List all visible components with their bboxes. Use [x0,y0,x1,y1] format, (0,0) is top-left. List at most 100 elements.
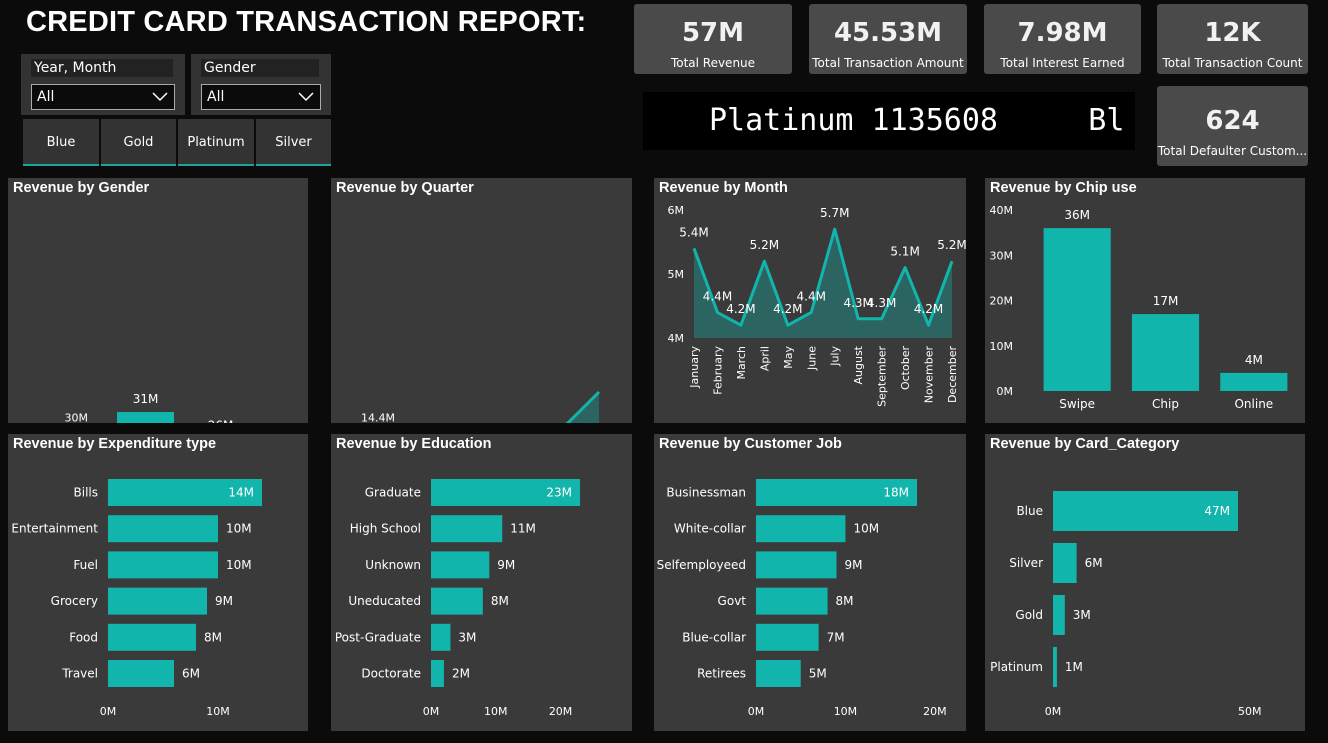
chart-revenue-by-education: Revenue by Education Graduate 23M High Sch… [331,434,632,731]
y-tick-label: 0M [997,385,1014,398]
tile-blue[interactable]: Blue [23,119,99,166]
y-category-label: Retirees [697,667,746,681]
x-tick-label: 50M [1238,705,1262,718]
y-tick-label: 20M [990,295,1014,308]
y-category-label: High School [350,522,421,536]
y-category-label: Food [69,630,98,644]
data-label: 10M [226,558,252,572]
y-category-label: Bills [74,486,99,500]
kpi-total-revenue: 57M Total Revenue [634,4,792,74]
y-category-label: Uneducated [348,594,421,608]
data-label: 18M [883,486,909,500]
data-label: 4.4M [797,289,826,303]
x-tick-label: 20M [549,705,573,718]
data-label: 9M [215,594,233,608]
data-label: 8M [836,594,854,608]
y-category-label: Travel [61,667,98,681]
x-tick-label: April [758,346,771,371]
kpi-label: Total Transaction Count [1162,56,1303,70]
kpi-total-transaction-count: 12K Total Transaction Count [1157,4,1308,74]
x-tick-label: July [829,346,842,367]
chart-revenue-by-card-category: Revenue by Card_Category Blue 47M Silver 6M… [985,434,1305,731]
x-tick-label: Chip [1152,397,1179,411]
kpi-total-defaulter-customers: 624 Total Defaulter Custom... [1157,86,1308,166]
x-tick-label: March [735,346,748,380]
data-label: 47M [1204,504,1230,518]
y-category-label: Platinum [990,660,1043,674]
x-tick-label: 20M [923,705,947,718]
area-fill [567,392,599,423]
kpi-value: 7.98M [1017,18,1108,48]
data-label: 4.3M [867,296,896,310]
y-tick-label: 10M [990,340,1014,353]
data-label: 31M [133,392,159,406]
x-tick-label: November [923,346,936,404]
gender-dropdown[interactable]: All [201,84,321,110]
data-label: 4.2M [726,302,755,316]
bar-travel [108,660,174,687]
tile-gold[interactable]: Gold [101,119,176,166]
x-tick-label: 0M [100,705,117,718]
y-category-label: Entertainment [11,522,98,536]
kpi-total-interest-earned: 7.98M Total Interest Earned [984,4,1141,74]
bar-selfemployeed [756,551,837,579]
bar-swipe [1043,228,1111,391]
y-tick-label: 6M [668,204,685,217]
data-label: 5.7M [820,206,849,220]
kpi-value: 624 [1205,106,1260,136]
bar-gold [1053,595,1065,635]
x-tick-label: June [805,346,818,371]
bar-doctorate [431,660,444,687]
bar-retirees [756,660,801,687]
chart-revenue-by-chip-use: Revenue by Chip use 0M 10M 20M 30M 40M 36M Swi… [985,178,1305,423]
y-category-label: Unknown [365,558,421,572]
x-tick-label: 0M [748,705,765,718]
tile-silver[interactable]: Silver [256,119,331,166]
y-category-label: Grocery [51,594,98,608]
kpi-total-transaction-amount: 45.53M Total Transaction Amount [809,4,967,74]
slicer-label: Year, Month [31,59,173,77]
data-label: 11M [510,522,536,536]
tile-platinum[interactable]: Platinum [178,119,254,166]
kpi-label: Total Revenue [670,56,756,70]
bar-silver [1053,543,1077,583]
bar-unknown [431,551,490,579]
x-tick-label: Online [1234,397,1273,411]
bar-blue-collar [756,623,819,651]
chart-revenue-by-expenditure-type: Revenue by Expenditure type Bills 14M Ente… [8,434,308,731]
y-tick-label: 5M [668,268,685,281]
y-tick-label: 40M [990,204,1014,217]
x-tick-label: December [946,346,959,404]
chart-revenue-by-quarter: Revenue by Quarter 13.8M14.0M14.2M14.4MQ… [331,178,632,423]
kpi-label: Total Defaulter Custom... [1157,144,1308,158]
data-label: 5M [809,667,827,681]
bar-m [117,412,174,423]
data-label: 5.2M [937,238,966,252]
y-category-label: White-collar [674,522,746,536]
x-tick-label: September [876,346,889,407]
x-tick-label: 10M [484,705,508,718]
slicer-label: Gender [201,59,319,77]
data-label: 26M [208,418,234,423]
y-category-label: Silver [1009,556,1043,570]
x-tick-label: August [852,345,865,384]
data-label: 5.1M [890,245,919,259]
x-tick-label: Swipe [1059,397,1095,411]
data-label: 5.2M [750,238,779,252]
x-tick-label: February [711,346,724,395]
data-label: 4.2M [914,302,943,316]
y-tick-label: 4M [668,332,685,345]
data-label: 10M [226,522,252,536]
data-label: 9M [497,558,515,572]
dropdown-value: All [207,89,225,105]
kpi-value: 12K [1204,18,1261,48]
y-category-label: Blue [1016,504,1043,518]
data-label: 4M [1245,353,1263,367]
y-category-label: Gold [1015,608,1043,622]
data-label: 8M [204,630,222,644]
bar-high-school [431,515,503,543]
year-month-dropdown[interactable]: All [31,84,175,110]
data-label: 4.2M [773,302,802,316]
x-tick-label: 10M [206,705,230,718]
bar-uneducated [431,587,483,615]
